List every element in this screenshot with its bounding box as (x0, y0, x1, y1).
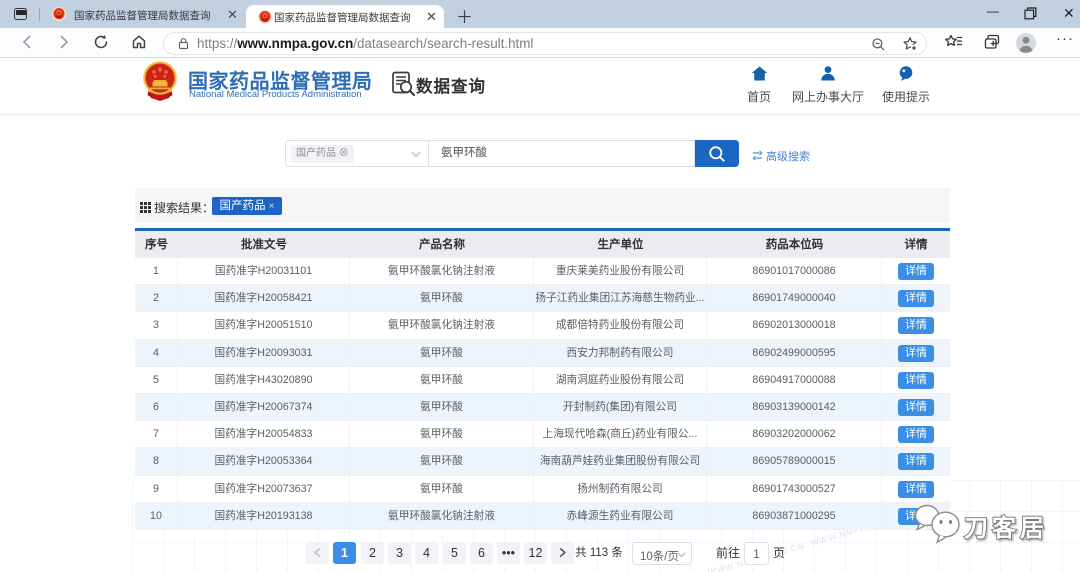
svg-text:刀客居: 刀客居 (964, 514, 1048, 542)
